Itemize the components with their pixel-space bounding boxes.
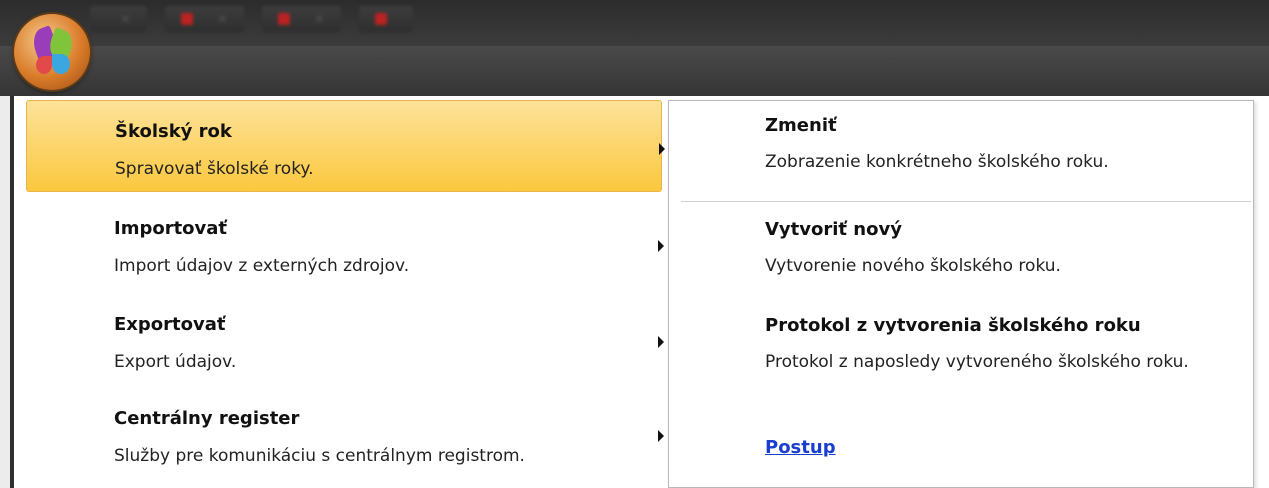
- submenu-pane: Zmeniť Zobrazenie konkrétneho školského …: [668, 100, 1254, 488]
- tab-blurred-2[interactable]: ×: [164, 6, 244, 32]
- submenu-item-title: Protokol z vytvorenia školského roku: [765, 315, 1141, 336]
- document-icon: [374, 13, 387, 25]
- document-icon: [180, 13, 193, 25]
- submenu-item-desc: Zobrazenie konkrétneho školského roku.: [765, 152, 1109, 172]
- menu-item-desc: Spravovať školské roky.: [115, 159, 314, 179]
- ribbon-bar: [0, 46, 1269, 96]
- document-tabs: × × ×: [90, 6, 413, 36]
- menu-item-title: Centrálny register: [114, 408, 300, 429]
- submenu-item-protokol[interactable]: Protokol z vytvorenia školského roku Pro…: [765, 315, 1235, 376]
- submenu-arrow-icon: [658, 430, 664, 442]
- tab-close-icon[interactable]: ×: [120, 12, 131, 27]
- separator: [681, 201, 1251, 202]
- submenu-arrow-icon: [659, 143, 665, 155]
- tab-blurred-1[interactable]: ×: [90, 6, 147, 32]
- menu-item-desc: Služby pre komunikáciu s centrálnym regi…: [114, 446, 525, 466]
- application-menu: Školský rok Spravovať školské roky. Impo…: [10, 96, 1269, 488]
- menu-item-title: Exportovať: [114, 314, 226, 335]
- tab-blurred-3[interactable]: ×: [261, 6, 341, 32]
- submenu-arrow-icon: [658, 336, 664, 348]
- menu-item-importovat[interactable]: Importovať Import údajov z externých zdr…: [26, 198, 664, 290]
- submenu-item-title: Zmeniť: [765, 115, 837, 136]
- menu-item-skolsky-rok[interactable]: Školský rok Spravovať školské roky.: [26, 100, 665, 192]
- tab-close-icon[interactable]: ×: [314, 12, 325, 27]
- submenu-item-desc: Vytvorenie nového školského roku.: [765, 256, 1061, 276]
- menu-item-desc: Export údajov.: [114, 352, 237, 372]
- submenu-item-desc: Protokol z naposledy vytvoreného školské…: [765, 352, 1189, 372]
- menu-item-title: Importovať: [114, 218, 228, 239]
- menu-item-centralny-register[interactable]: Centrálny register Služby pre komunikáci…: [26, 388, 664, 480]
- menu-item-desc: Import údajov z externých zdrojov.: [114, 256, 410, 276]
- postup-link-wrapper: Postup: [765, 437, 836, 458]
- menu-item-exportovat[interactable]: Exportovať Export údajov.: [26, 294, 664, 386]
- submenu-item-zmenit[interactable]: Zmeniť Zobrazenie konkrétneho školského …: [765, 115, 1235, 176]
- menu-item-title: Školský rok: [115, 121, 232, 142]
- menu-left-pane: Školský rok Spravovať školské roky. Impo…: [14, 96, 665, 488]
- postup-link[interactable]: Postup: [765, 437, 836, 458]
- submenu-item-vytvorit-novy[interactable]: Vytvoriť nový Vytvorenie nového školskéh…: [765, 219, 1235, 280]
- document-icon: [277, 13, 290, 25]
- submenu-arrow-icon: [658, 240, 664, 252]
- title-bar: × × ×: [0, 0, 1269, 46]
- tab-blurred-4[interactable]: [358, 6, 413, 32]
- application-menu-button[interactable]: [14, 14, 90, 90]
- submenu-item-title: Vytvoriť nový: [765, 219, 902, 240]
- tab-close-icon[interactable]: ×: [217, 12, 228, 27]
